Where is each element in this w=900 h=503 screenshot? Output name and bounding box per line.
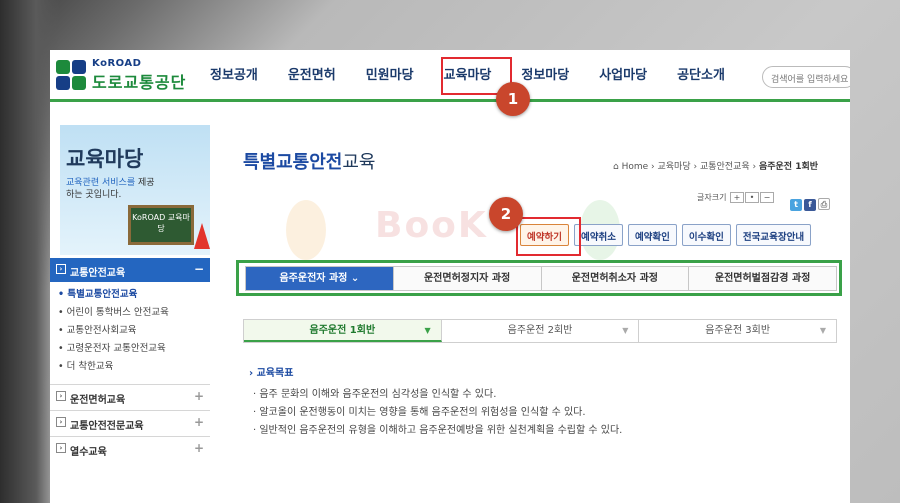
expand-icon[interactable]: + xyxy=(194,415,204,429)
sidebar-section-license-education[interactable]: › 운전면허교육 + xyxy=(50,384,210,408)
list-item: · 음주 문화의 이해와 음주운전의 심각성을 인식할 수 있다. xyxy=(253,389,497,400)
nav-about[interactable]: 공단소개 xyxy=(677,65,725,87)
breadcrumb-current: 음주운전 1회반 xyxy=(758,162,819,172)
sidebar-item-kind-education[interactable]: • 더 착한교육 xyxy=(58,358,208,376)
tab-license-revoked-course[interactable]: 운전면허취소자 과정 xyxy=(541,267,690,290)
list-item: · 일반적인 음주운전의 유형을 이해하고 음주운전예방을 위한 실천계획을 수… xyxy=(253,425,623,436)
sidebar-item-elderly-drivers[interactable]: • 고령운전자 교통안전교육 xyxy=(58,340,208,358)
caret-down-icon: ▼ xyxy=(622,326,629,335)
chevron-right-icon: › xyxy=(56,417,66,427)
caret-down-icon: ▼ xyxy=(819,326,827,335)
font-decrease-button[interactable]: − xyxy=(760,192,774,203)
completion-check-button[interactable]: 이수확인 xyxy=(681,224,731,246)
watermark-text: BooK xyxy=(375,205,488,246)
round-tabs: 음주운전 1회반 ▼ 음주운전 2회반 ▼ 음주운전 3회반 ▼ xyxy=(243,319,837,343)
step-marker-1: 1 xyxy=(496,82,530,116)
chevron-down-icon: ⌄ xyxy=(350,273,360,284)
step-marker-2: 2 xyxy=(489,197,523,231)
search-input[interactable]: 검색어를 입력하세요 xyxy=(762,66,850,88)
collapse-icon[interactable]: − xyxy=(194,262,204,276)
caret-down-icon: ▼ xyxy=(424,326,431,335)
sidebar-section-traffic-safety[interactable]: › 교통안전교육 − xyxy=(50,258,210,282)
expand-icon[interactable]: + xyxy=(194,441,204,455)
tab-penalty-reduction-course[interactable]: 운전면허벌점감경 과정 xyxy=(689,267,836,290)
breadcrumb-education[interactable]: 교육마당 xyxy=(658,162,691,172)
chevron-right-icon: › xyxy=(56,391,66,401)
font-size-control: 글자크기 + • − xyxy=(697,192,774,203)
education-goal-list: · 음주 문화의 이해와 음주운전의 심각성을 인식할 수 있다. · 알코올이… xyxy=(253,386,843,440)
site-logo[interactable]: KoROAD 도로교통공단 xyxy=(56,58,196,94)
sidebar-item-social-education[interactable]: • 교통안전사회교육 xyxy=(58,322,208,340)
round-tab-3[interactable]: 음주운전 3회반 ▼ xyxy=(639,320,836,342)
check-reservation-button[interactable]: 예약확인 xyxy=(627,224,677,246)
watermark-figure-left xyxy=(286,200,326,260)
share-buttons: t f ⎙ xyxy=(790,192,838,211)
breadcrumb-home[interactable]: Home xyxy=(622,162,649,172)
logo-korean: 도로교통공단 xyxy=(92,73,187,92)
cancel-reservation-button[interactable]: 예약취소 xyxy=(573,224,623,246)
clover-logo-icon xyxy=(56,60,88,92)
page-title: 특별교통안전교육 xyxy=(243,152,376,173)
sidebar-item-school-bus[interactable]: • 어린이 통학버스 안전교육 xyxy=(58,304,208,322)
list-item: · 알코올이 운전행동이 미치는 영향을 통해 음주운전의 위험성을 인식할 수… xyxy=(253,407,586,418)
sidebar-section-professional-education[interactable]: › 교통안전전문교육 + xyxy=(50,410,210,434)
expand-icon[interactable]: + xyxy=(194,389,204,403)
sidebar-subtitle: 교육관련 서비스를 제공 하는 곳입니다. xyxy=(66,178,155,200)
twitter-icon[interactable]: t xyxy=(790,199,802,211)
breadcrumb-traffic-safety[interactable]: 교통안전교육 xyxy=(700,162,750,172)
round-tab-2[interactable]: 음주운전 2회반 ▼ xyxy=(442,320,640,342)
chevron-right-icon: › xyxy=(249,368,254,379)
tab-drunk-driver-course[interactable]: 음주운전자 과정 ⌄ xyxy=(246,267,394,290)
course-tabs: 음주운전자 과정 ⌄ 운전면허정지자 과정 운전면허취소자 과정 운전면허벌점감… xyxy=(245,266,837,291)
home-icon: ⌂ xyxy=(613,162,619,172)
browser-viewport: KoROAD 도로교통공단 정보공개 운전면허 민원마당 교육마당 정보마당 사… xyxy=(50,50,850,503)
education-goal-heading: › 교육목표 xyxy=(249,368,294,379)
sidebar-title: 교육마당 xyxy=(66,147,144,171)
site-header: KoROAD 도로교통공단 정보공개 운전면허 민원마당 교육마당 정보마당 사… xyxy=(50,50,850,102)
nav-civil-service[interactable]: 민원마당 xyxy=(366,65,414,87)
chevron-right-icon: › xyxy=(56,443,66,453)
round-tab-1[interactable]: 음주운전 1회반 ▼ xyxy=(244,320,442,342)
nav-information[interactable]: 정보마당 xyxy=(521,65,569,87)
nav-business[interactable]: 사업마당 xyxy=(599,65,647,87)
reserve-button-highlight xyxy=(516,217,581,256)
facebook-icon[interactable]: f xyxy=(804,199,816,211)
tab-license-suspended-course[interactable]: 운전면허정지자 과정 xyxy=(393,267,542,290)
font-reset-button[interactable]: • xyxy=(745,192,759,203)
logo-english: KoROAD xyxy=(92,58,142,69)
print-icon[interactable]: ⎙ xyxy=(818,198,830,210)
font-increase-button[interactable]: + xyxy=(730,192,744,203)
education-centers-button[interactable]: 전국교육장안내 xyxy=(735,224,812,246)
nav-driver-license[interactable]: 운전면허 xyxy=(288,65,336,87)
chevron-right-icon: › xyxy=(56,264,66,274)
breadcrumb: ⌂ Home › 교육마당 › 교통안전교육 › 음주운전 1회반 xyxy=(613,162,819,172)
sidebar-submenu: • 특별교통안전교육 • 어린이 통학버스 안전교육 • 교통안전사회교육 • … xyxy=(58,286,208,376)
sidebar-banner: 교육마당 교육관련 서비스를 제공 하는 곳입니다. KoROAD 교육마당 xyxy=(60,125,210,255)
traffic-cone-icon xyxy=(194,223,210,249)
sidebar-item-special-education[interactable]: • 특별교통안전교육 xyxy=(58,286,208,304)
nav-info-disclosure[interactable]: 정보공개 xyxy=(210,65,258,87)
chalkboard-illustration: KoROAD 교육마당 xyxy=(128,205,194,245)
sidebar-section-other-education[interactable]: › 열수교육 + xyxy=(50,436,210,460)
